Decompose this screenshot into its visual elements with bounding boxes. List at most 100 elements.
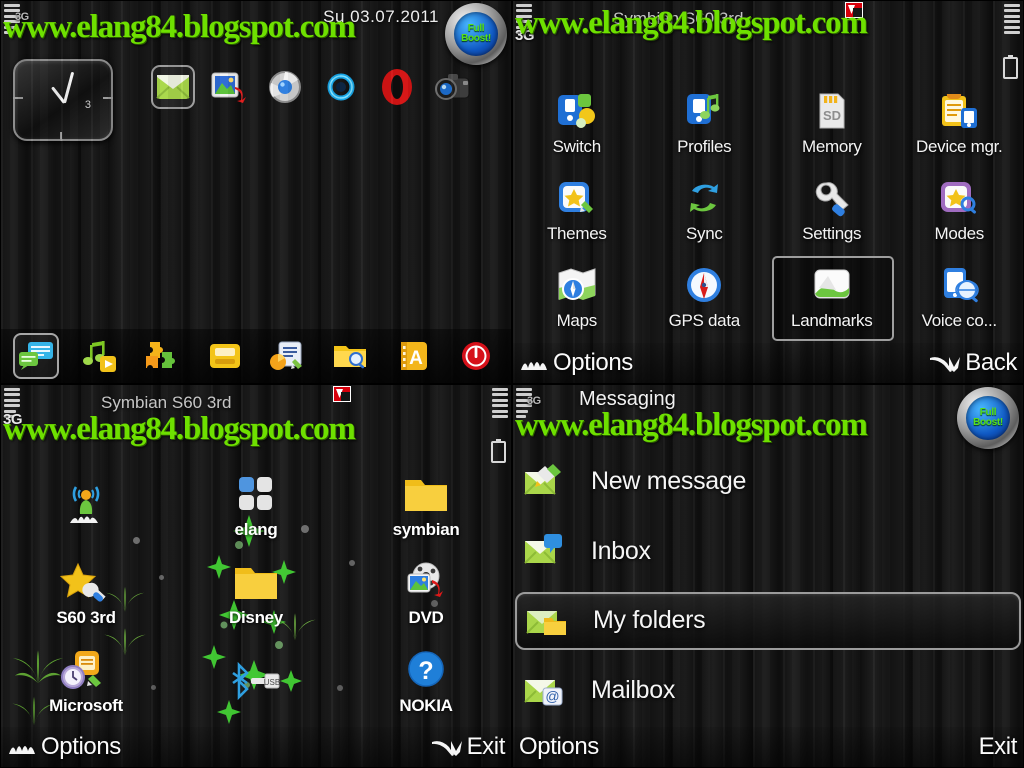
grid-item-memory[interactable]: SD Memory	[768, 79, 896, 166]
puma-logo-icon	[930, 357, 961, 372]
camera-icon	[435, 74, 470, 100]
status-bar-tools: 3G Symbian S60 3rd	[513, 1, 1023, 79]
grid-item-sync[interactable]: Sync	[641, 166, 769, 253]
opera-icon	[382, 69, 412, 105]
svg-text:?: ?	[418, 657, 433, 685]
broadcast-antenna-icon	[59, 481, 113, 529]
grid-item-label: Memory	[801, 136, 862, 156]
screenshot-collage: 3G Su 03.07.2011 Full Boost! 3 A www.ela…	[0, 0, 1024, 768]
list-item-inbox[interactable]: Inbox	[515, 522, 1021, 580]
list-item-my-folders[interactable]: My folders	[515, 591, 1021, 650]
grid-item-label: Profiles	[677, 136, 732, 156]
grid-item-label: Sync	[685, 223, 723, 243]
grid-item-bluetooth-usb[interactable]: USB	[171, 637, 341, 725]
panel-home-screen: 3G Su 03.07.2011 Full Boost! 3 A www.ela…	[0, 0, 512, 384]
dock-applications[interactable]	[139, 333, 185, 379]
operator-name-label: Symbian S60 3rd	[101, 393, 232, 412]
opera-browser-shortcut[interactable]	[375, 65, 419, 109]
nokia-help-icon: ?	[399, 647, 453, 695]
grid-item-device-mgr[interactable]: Device mgr.	[896, 79, 1024, 166]
grid-item-voice-commands[interactable]: Voice co...	[896, 254, 1024, 341]
power-icon	[461, 342, 490, 370]
network-type-label: 3G	[527, 395, 541, 407]
dock-gallery[interactable]	[202, 333, 248, 379]
messaging-shortcut[interactable]	[151, 65, 195, 109]
bluetooth-usb-icon: USB	[229, 657, 283, 705]
dock-notes[interactable]: A	[390, 333, 436, 379]
clock-tick-left	[13, 97, 23, 99]
grid-item-themes[interactable]: Themes	[513, 166, 641, 253]
softkey-right-exit[interactable]: Exit	[431, 733, 505, 761]
grid-item-label: Landmarks	[791, 311, 873, 331]
grid-item-label: Switch	[552, 136, 602, 156]
switch-icon	[554, 89, 600, 135]
grid-item-profiles[interactable]: Profiles	[641, 79, 769, 166]
grid-item-label: Modes	[934, 223, 985, 243]
shortcut-row	[151, 65, 475, 109]
dock-file-manager[interactable]	[327, 333, 373, 379]
battery-bars-icon	[492, 388, 508, 418]
analog-clock-widget[interactable]: 3	[13, 59, 113, 141]
softkey-right-exit[interactable]: Exit	[979, 733, 1018, 761]
antivirus-flag-icon	[333, 386, 351, 402]
grid-item-landmarks[interactable]: Landmarks	[768, 254, 896, 342]
grid-item-disney[interactable]: Disney	[171, 549, 341, 637]
list-item-mailbox[interactable]: @ Mailbox	[515, 661, 1021, 719]
grid-item-symbian[interactable]: symbian	[341, 461, 511, 549]
dock-office[interactable]	[264, 333, 310, 379]
grid-item-microsoft[interactable]: Microsoft	[1, 637, 171, 725]
widget-shortcut[interactable]	[319, 65, 363, 109]
grid-item-gps-data[interactable]: GPS data	[641, 254, 769, 341]
elang-grid-icon	[229, 471, 283, 519]
grid-item-maps[interactable]: Maps	[513, 254, 641, 341]
profiles-icon	[681, 89, 727, 135]
battery-bars-icon	[1004, 4, 1020, 34]
dvd-media-icon	[399, 559, 453, 607]
grid-item-settings[interactable]: Settings	[768, 166, 896, 253]
list-item-new-message[interactable]: New message	[515, 453, 1021, 511]
softkey-left-options[interactable]: Options	[7, 733, 121, 761]
grid-item-modes[interactable]: Modes	[896, 166, 1024, 253]
clock-minute-hand	[63, 71, 75, 104]
gallery-icon	[211, 72, 246, 103]
dock-music-player[interactable]	[76, 333, 122, 379]
grid-item-elang[interactable]: elang	[171, 461, 341, 549]
folder-icon	[399, 471, 453, 519]
dock-power[interactable]	[453, 333, 499, 379]
widget-ring-icon	[327, 73, 355, 101]
web-browser-shortcut[interactable]	[263, 65, 307, 109]
media-box-icon	[209, 344, 240, 368]
modes-icon	[936, 176, 982, 222]
grid-item-label: Microsoft	[49, 695, 123, 715]
softkey-left-options[interactable]: Options	[519, 733, 599, 761]
envelope-icon	[156, 75, 190, 99]
softkey-left-options[interactable]: Options	[519, 349, 633, 377]
softkey-right-back[interactable]: Back	[929, 349, 1017, 377]
softkey-left-label: Options	[553, 349, 633, 376]
grid-item-nokia[interactable]: ? NOKIA	[341, 637, 511, 725]
date-label: Su 03.07.2011	[323, 7, 439, 26]
svg-text:USB: USB	[264, 678, 280, 687]
full-boost-badge[interactable]: Full Boost!	[957, 387, 1019, 449]
settings-wrench-icon	[809, 176, 855, 222]
grid-item-dvd[interactable]: DVD	[341, 549, 511, 637]
new-message-icon	[521, 460, 573, 504]
messaging-list: New message Inbox My folders @ Mailbox	[513, 447, 1023, 725]
battery-level-icon	[1003, 55, 1018, 79]
grid-item-broadcast[interactable]	[1, 461, 171, 549]
clock-face: 3	[13, 61, 113, 141]
grid-item-s60[interactable]: S60 3rd	[1, 549, 171, 637]
gallery-shortcut[interactable]	[207, 65, 251, 109]
device-manager-icon	[936, 89, 982, 135]
grid-item-label: DVD	[408, 607, 444, 627]
status-bar-folders: 3G Symbian S60 3rd	[1, 385, 511, 463]
full-boost-badge[interactable]: Full Boost!	[445, 3, 507, 65]
tools-app-grid: Switch Profiles SD Memory Device mgr. Th…	[513, 79, 1024, 342]
microsoft-clock-notes-icon	[59, 647, 113, 695]
grid-item-switch[interactable]: Switch	[513, 79, 641, 166]
chat-bubbles-icon	[19, 342, 54, 370]
camera-shortcut[interactable]	[431, 65, 475, 109]
dock-messaging[interactable]	[13, 333, 60, 379]
folder-search-icon	[334, 346, 367, 369]
network-type-label: 3G	[3, 411, 23, 428]
